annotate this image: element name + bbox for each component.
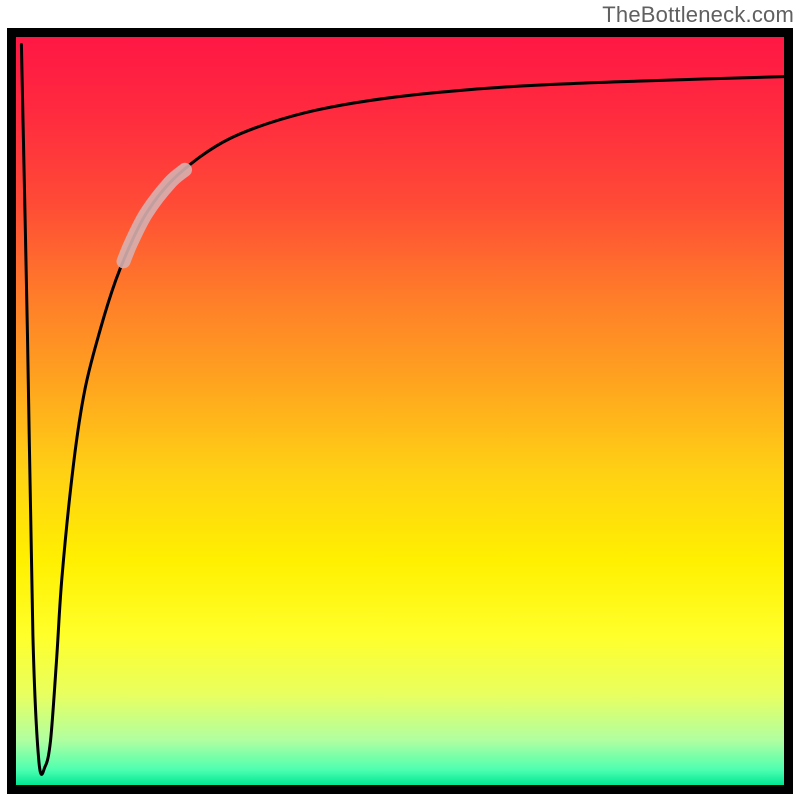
- bottleneck-curve: [21, 45, 784, 775]
- curve-highlight-segment: [124, 170, 186, 262]
- attribution-text: TheBottleneck.com: [602, 2, 794, 28]
- chart-frame: [7, 28, 793, 794]
- chart-curve-svg: [16, 37, 784, 785]
